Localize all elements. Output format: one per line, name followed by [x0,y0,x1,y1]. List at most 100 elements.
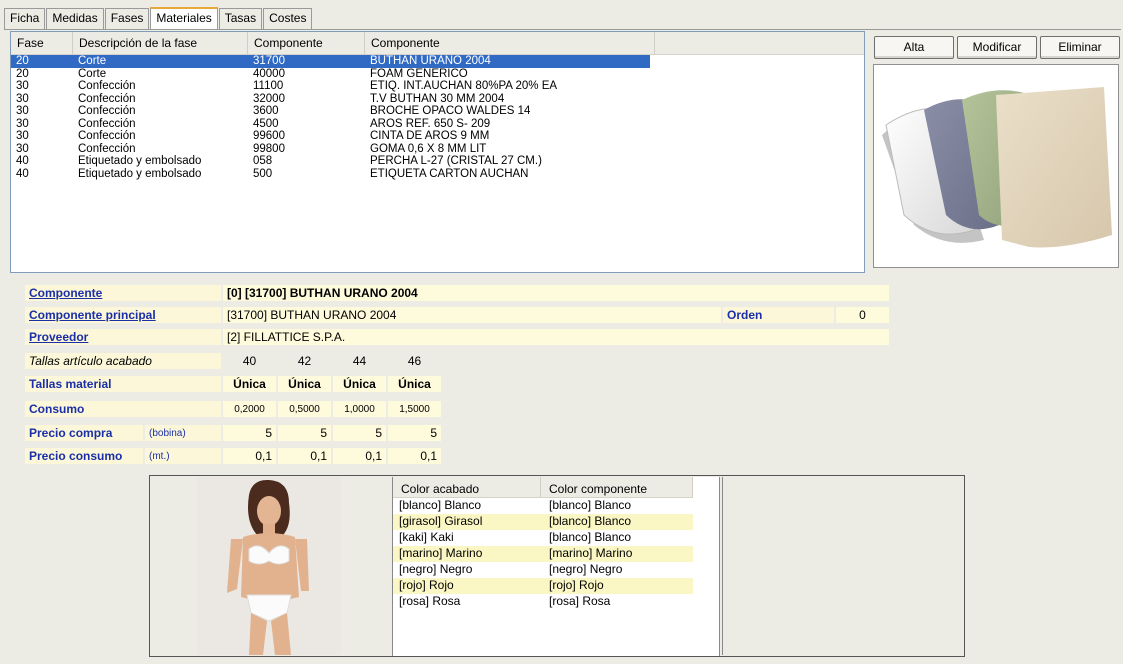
talla-acabado: 40 [222,352,277,370]
consumo-value[interactable]: 0,5000 [277,400,332,418]
tab-tasas[interactable]: Tasas [218,8,263,29]
componente-nombre-cell: ETIQUETA CARTON AUCHAN [370,167,529,180]
precio-consumo-value[interactable]: 0,1 [277,447,332,465]
fase-cell: 30 [16,92,29,105]
componente-nombre-cell: GOMA 0,6 X 8 MM LIT [370,142,487,155]
list-item[interactable]: [negro] Negro [negro] Negro [393,562,693,578]
componente-codigo-cell: 40000 [253,67,285,80]
precio-consumo-value[interactable]: 0,1 [387,447,442,465]
fase-cell: 40 [16,167,29,180]
fase-cell: 30 [16,142,29,155]
modificar-button[interactable]: Modificar [957,36,1037,59]
tab-ficha[interactable]: Ficha [4,8,46,29]
precio-consumo-value[interactable]: 0,1 [222,447,277,465]
product-photo [197,477,341,655]
consumo-value[interactable]: 0,2000 [222,400,277,418]
table-row[interactable]: 20 Corte 40000 FOAM GENERICO [11,68,650,81]
descripcion-cell: Etiquetado y embolsado [78,155,202,167]
descripcion-cell: Confección [78,105,136,117]
componente-codigo-cell: 99800 [253,142,285,155]
col-header-color-componente[interactable]: Color componente [541,477,693,497]
list-item[interactable]: [rojo] Rojo [rojo] Rojo [393,578,693,594]
tab-bar: Ficha Medidas Fases Materiales Tasas Cos… [4,7,313,30]
col-header-componente-nombre[interactable]: Componente [365,32,655,54]
descripcion-cell: Confección [78,130,136,142]
componente-nombre-cell: FOAM GENERICO [370,67,468,80]
tallas-material-label: Tallas material [24,375,222,393]
list-item[interactable]: [marino] Marino [marino] Marino [393,546,693,562]
talla-material: Única [277,375,332,393]
list-item[interactable]: [girasol] Girasol [blanco] Blanco [393,514,693,530]
componente-nombre-cell: ETIQ. INT.AUCHAN 80%PA 20% EA [370,80,558,92]
componente-codigo-cell: 31700 [253,55,285,67]
color-acabado-cell: [kaki] Kaki [399,530,454,544]
fabric-swatches-image [873,64,1119,268]
color-table[interactable]: Color acabado Color componente [blanco] … [392,477,720,656]
phases-rows: 20 Corte 31700 BUTHAN URANO 2004 20 Corte 4000… [11,55,864,180]
descripcion-cell: Confección [78,142,136,155]
col-header-descripcion[interactable]: Descripción de la fase [73,32,248,54]
componente-principal-label[interactable]: Componente principal [24,306,222,324]
componente-codigo-cell: 058 [253,155,273,167]
precio-compra-value[interactable]: 5 [222,424,277,442]
tab-materiales[interactable]: Materiales [150,7,218,30]
table-row[interactable]: 30 Confección 99800 GOMA 0,6 X 8 MM LIT [11,143,650,156]
fase-cell: 40 [16,155,29,167]
fase-cell: 30 [16,130,29,142]
tab-fases[interactable]: Fases [104,8,150,29]
table-row[interactable]: 30 Confección 99600 CINTA DE AROS 9 MM [11,130,650,143]
color-componente-cell: [rojo] Rojo [549,578,604,592]
phases-header: Fase Descripción de la fase Componente C… [11,32,864,55]
table-row[interactable]: 20 Corte 31700 BUTHAN URANO 2004 [11,55,650,68]
precio-compra-value[interactable]: 5 [387,424,442,442]
table-row[interactable]: 30 Confección 32000 T.V BUTHAN 30 MM 2004 [11,93,650,106]
fase-cell: 20 [16,67,29,80]
consumo-value[interactable]: 1,0000 [332,400,387,418]
precio-consumo-value[interactable]: 0,1 [332,447,387,465]
componente-codigo-cell: 500 [253,167,273,180]
talla-material: Única [222,375,277,393]
tab-medidas[interactable]: Medidas [46,8,104,29]
descripcion-cell: Confección [78,92,136,105]
color-acabado-cell: [girasol] Girasol [399,514,483,528]
componente-label[interactable]: Componente [24,284,222,302]
componente-nombre-cell: BROCHE OPACO WALDES 14 [370,105,531,117]
precio-compra-value[interactable]: 5 [277,424,332,442]
col-header-fase[interactable]: Fase [11,32,73,54]
descripcion-cell: Corte [78,67,107,80]
precio-compra-value[interactable]: 5 [332,424,387,442]
componente-codigo-cell: 99600 [253,130,285,142]
color-acabado-cell: [rojo] Rojo [399,578,454,592]
proveedor-label[interactable]: Proveedor [24,328,222,346]
descripcion-cell: Etiquetado y embolsado [78,167,202,180]
color-componente-cell: [negro] Negro [549,562,623,576]
table-row[interactable]: 30 Confección 4500 AROS REF. 650 S- 209 [11,118,650,131]
componente-codigo-cell: 4500 [253,117,279,130]
eliminar-button[interactable]: Eliminar [1040,36,1120,59]
color-componente-cell: [blanco] Blanco [549,530,632,544]
table-row[interactable]: 40 Etiquetado y embolsado 500 ETIQUETA CART… [11,168,650,181]
color-acabado-cell: [negro] Negro [399,562,473,576]
phases-list[interactable]: Fase Descripción de la fase Componente C… [10,31,865,273]
table-row[interactable]: 30 Confección 3600 BROCHE OPACO WALDES 14 [11,105,650,118]
consumo-value[interactable]: 1,5000 [387,400,442,418]
talla-acabado: 42 [277,352,332,370]
alta-button[interactable]: Alta [874,36,954,59]
list-item[interactable]: [kaki] Kaki [blanco] Blanco [393,530,693,546]
list-item[interactable]: [rosa] Rosa [rosa] Rosa [393,594,693,610]
tab-divider [4,29,1121,30]
table-row[interactable]: 30 Confección 11100 ETIQ. INT.AUCHAN 80%PA … [11,80,650,93]
list-item[interactable]: [blanco] Blanco [blanco] Blanco [393,498,693,514]
precio-consumo-unit: (mt.) [144,447,222,465]
componente-nombre-cell: BUTHAN URANO 2004 [370,55,491,67]
color-acabado-cell: [marino] Marino [399,546,483,560]
fase-cell: 20 [16,55,29,67]
col-header-componente-codigo[interactable]: Componente [248,32,365,54]
table-row[interactable]: 40 Etiquetado y embolsado 058 PERCHA L-27 (… [11,155,650,168]
descripcion-cell: Corte [78,55,107,67]
tab-costes[interactable]: Costes [263,8,313,29]
col-header-color-acabado[interactable]: Color acabado [393,477,541,497]
color-acabado-cell: [rosa] Rosa [399,594,461,608]
componente-nombre-cell: CINTA DE AROS 9 MM [370,130,490,142]
precio-compra-label: Precio compra [24,424,144,442]
